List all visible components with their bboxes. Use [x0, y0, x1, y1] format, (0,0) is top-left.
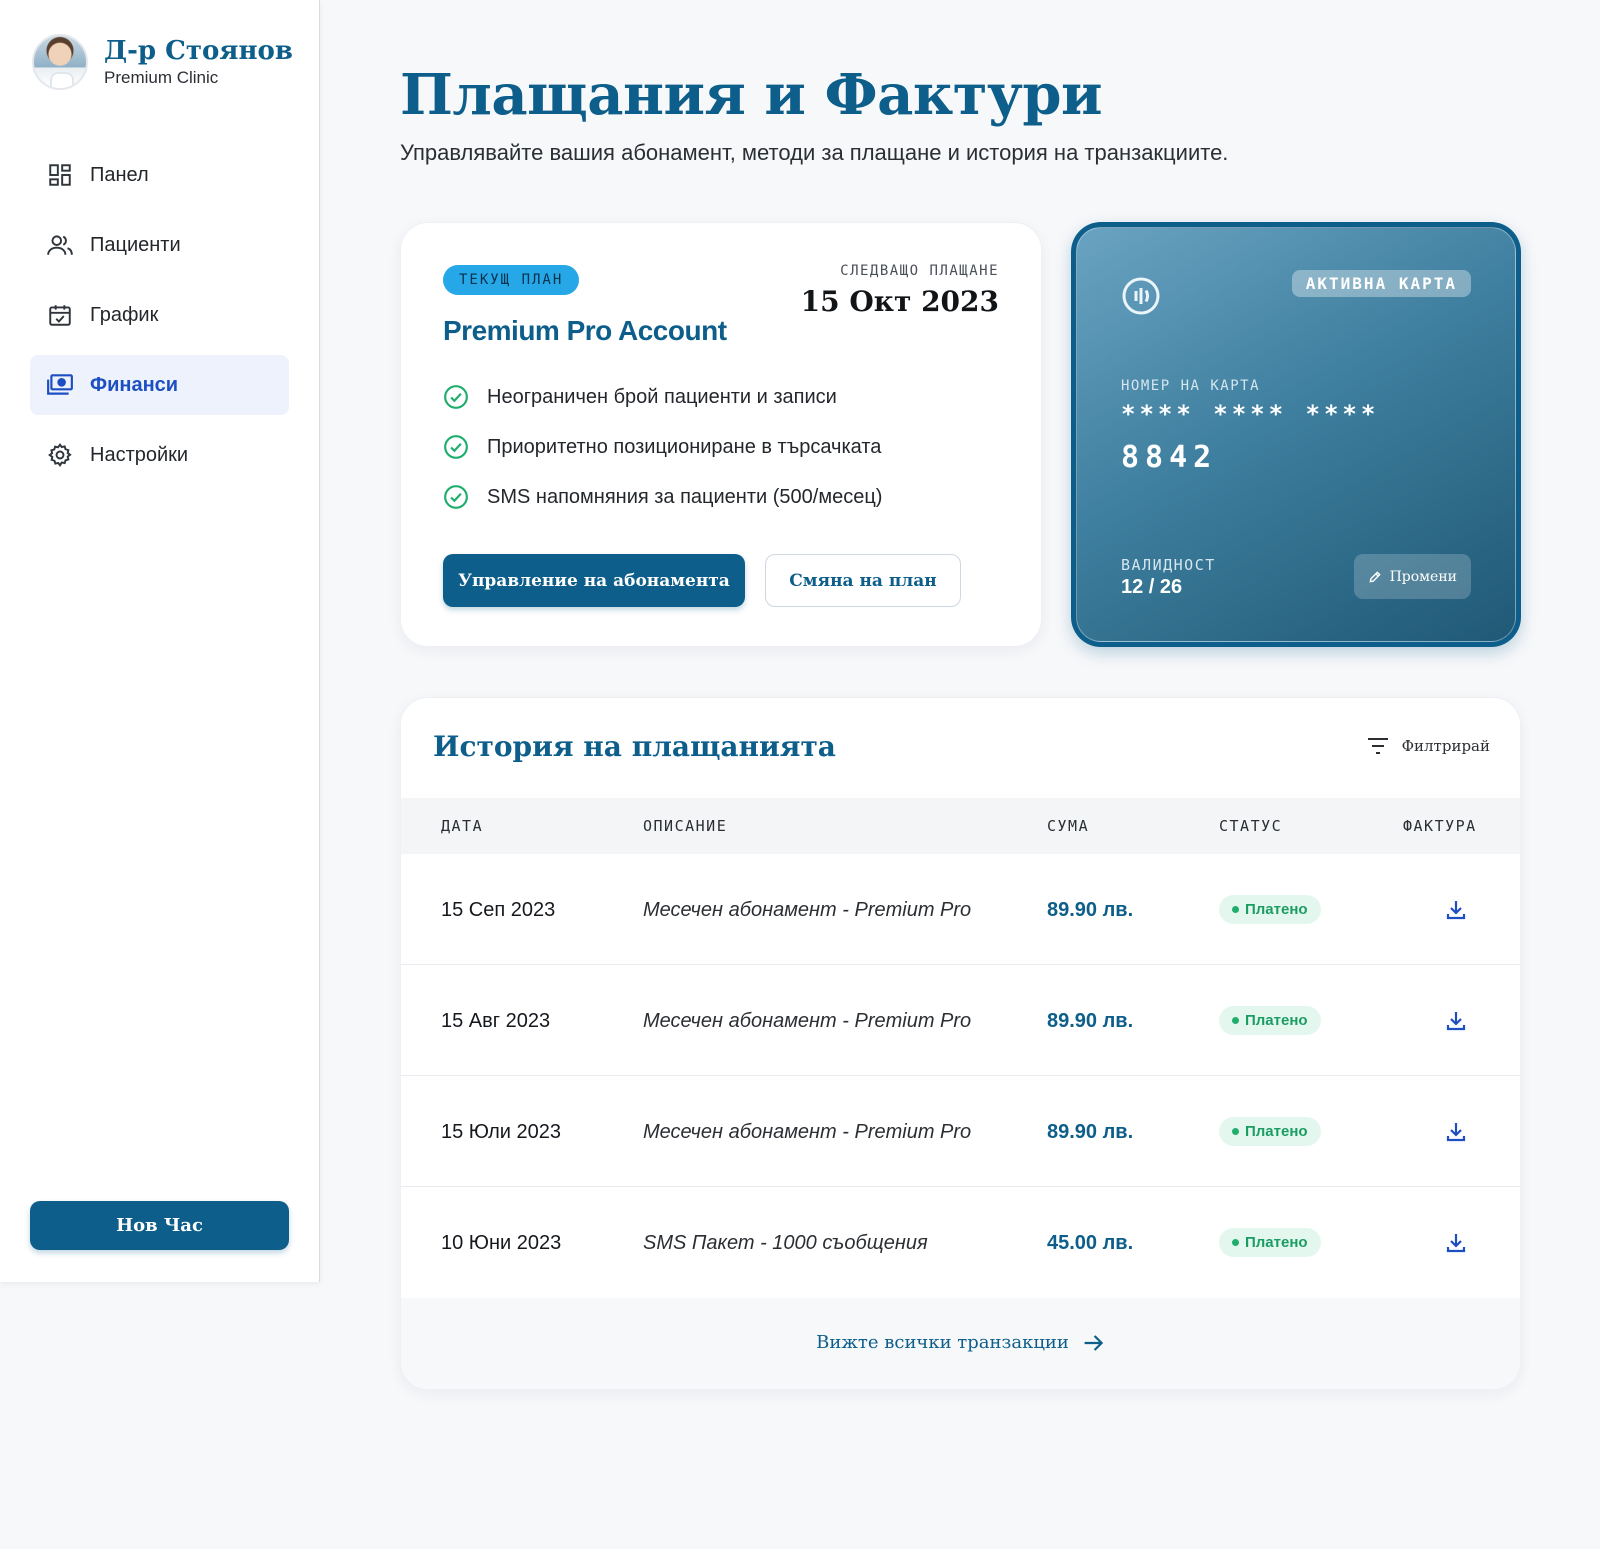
sidebar-item-label: График: [90, 303, 159, 326]
table-footer: Вижте всички транзакции: [401, 1298, 1520, 1389]
sidebar-item-dashboard[interactable]: Панел: [30, 145, 289, 205]
card-last-four: 8842: [1121, 440, 1218, 475]
row-date: 15 Авг 2023: [441, 1009, 551, 1032]
row-amount: 89.90 лв.: [1047, 1120, 1134, 1143]
sidebar-item-label: Настройки: [90, 443, 189, 466]
sidebar-item-patients[interactable]: Пациенти: [30, 215, 289, 275]
column-header-date: ДАТА: [441, 817, 484, 835]
feature-item: Неограничен брой пациенти и записи: [443, 383, 882, 411]
current-plan-badge: ТЕКУЩ ПЛАН: [443, 265, 580, 295]
download-icon[interactable]: [1444, 1231, 1468, 1255]
validity-value: 12 / 26: [1121, 576, 1183, 598]
sidebar-item-settings[interactable]: Настройки: [30, 425, 289, 485]
row-date: 15 Сеп 2023: [441, 898, 556, 921]
check-circle-icon: [444, 485, 468, 509]
next-payment-date: 15 Окт 2023: [800, 285, 999, 318]
calendar-check-icon: [46, 301, 74, 329]
sidebar-item-label: Пациенти: [90, 233, 181, 256]
plan-features: Неограничен брой пациенти и записи Приор…: [443, 383, 882, 533]
payments-icon: [46, 371, 74, 399]
plan-card: ТЕКУЩ ПЛАН СЛЕДВАЩО ПЛАЩАНЕ 15 Окт 2023 …: [400, 222, 1042, 647]
row-amount: 89.90 лв.: [1047, 1009, 1134, 1032]
download-icon[interactable]: [1444, 1009, 1468, 1033]
table-row: 15 Авг 2023 Месечен абонамент - Premium …: [401, 965, 1520, 1076]
row-date: 15 Юли 2023: [441, 1120, 561, 1143]
doctor-name: Д-р Стоянов: [104, 36, 293, 66]
row-description: Месечен абонамент - Premium Pro: [643, 1120, 972, 1143]
filter-button[interactable]: Филтрирай: [1366, 736, 1490, 756]
users-icon: [46, 231, 74, 259]
sidebar: Д-р Стоянов Premium Clinic Панел Пациент…: [0, 0, 320, 1282]
sidebar-item-label: Финанси: [90, 373, 179, 396]
column-header-description: ОПИСАНИЕ: [643, 817, 728, 835]
card-number-label: НОМЕР НА КАРТА: [1121, 378, 1261, 394]
page-subtitle: Управлявайте вашия абонамент, методи за …: [400, 140, 1229, 165]
pencil-icon: [1369, 570, 1381, 583]
row-amount: 89.90 лв.: [1047, 898, 1134, 921]
table-header: ДАТА ОПИСАНИЕ СУМА СТАТУС ФАКТУРА: [401, 798, 1520, 854]
next-payment-label: СЛЕДВАЩО ПЛАЩАНЕ: [840, 263, 999, 279]
feature-item: Приоритетно позициониране в търсачката: [443, 433, 882, 461]
status-badge: Платено: [1219, 1117, 1321, 1146]
column-header-amount: СУМА: [1047, 817, 1090, 835]
table-row: 15 Юли 2023 Месечен абонамент - Premium …: [401, 1076, 1520, 1187]
status-badge: Платено: [1219, 1228, 1321, 1257]
gear-icon: [46, 441, 74, 469]
plan-name: Premium Pro Account: [443, 315, 727, 346]
feature-item: SMS напомняния за пациенти (500/месец): [443, 483, 882, 511]
arrow-right-icon: [1084, 1334, 1104, 1351]
view-all-transactions-link[interactable]: Вижте всички транзакции: [816, 1332, 1105, 1353]
table-row: 10 Юни 2023 SMS Пакет - 1000 съобщения 4…: [401, 1187, 1520, 1298]
profile: Д-р Стоянов Premium Clinic: [32, 34, 293, 90]
sidebar-item-label: Панел: [90, 163, 149, 186]
payment-history: История на плащанията Филтрирай ДАТА ОПИ…: [400, 697, 1521, 1390]
column-header-status: СТАТУС: [1219, 817, 1283, 835]
sidebar-item-finance[interactable]: Финанси: [30, 355, 289, 415]
row-description: Месечен абонамент - Premium Pro: [643, 898, 972, 921]
sidebar-nav: Панел Пациенти График Финанси Настройки: [30, 145, 289, 495]
active-card-badge: АКТИВНА КАРТА: [1291, 270, 1471, 297]
contactless-icon: [1122, 277, 1160, 315]
check-circle-icon: [444, 385, 468, 409]
check-circle-icon: [444, 435, 468, 459]
card-number-masked: **** **** ****: [1121, 400, 1380, 428]
validity-label: ВАЛИДНОСТ: [1121, 556, 1216, 574]
edit-card-button[interactable]: Промени: [1353, 554, 1471, 599]
avatar: [32, 34, 88, 90]
download-icon[interactable]: [1444, 898, 1468, 922]
column-header-invoice: ФАКТУРА: [1403, 817, 1477, 835]
sidebar-item-schedule[interactable]: График: [30, 285, 289, 345]
filter-icon: [1367, 738, 1388, 754]
row-description: SMS Пакет - 1000 съобщения: [643, 1231, 928, 1254]
row-description: Месечен абонамент - Premium Pro: [643, 1009, 972, 1032]
history-title: История на плащанията: [433, 730, 836, 763]
payment-card: АКТИВНА КАРТА НОМЕР НА КАРТА **** **** *…: [1071, 222, 1521, 647]
new-appointment-button[interactable]: Нов Час: [30, 1201, 289, 1250]
page-title: Плащания и Фактури: [400, 62, 1103, 128]
manage-subscription-button[interactable]: Управление на абонамента: [443, 554, 745, 607]
download-icon[interactable]: [1444, 1120, 1468, 1144]
status-badge: Платено: [1219, 895, 1321, 924]
row-amount: 45.00 лв.: [1047, 1231, 1134, 1254]
change-plan-button[interactable]: Смяна на план: [765, 554, 961, 607]
status-badge: Платено: [1219, 1006, 1321, 1035]
table-row: 15 Сеп 2023 Месечен абонамент - Premium …: [401, 854, 1520, 965]
dashboard-icon: [46, 161, 74, 189]
row-date: 10 Юни 2023: [441, 1231, 562, 1254]
clinic-name: Premium Clinic: [104, 68, 219, 87]
